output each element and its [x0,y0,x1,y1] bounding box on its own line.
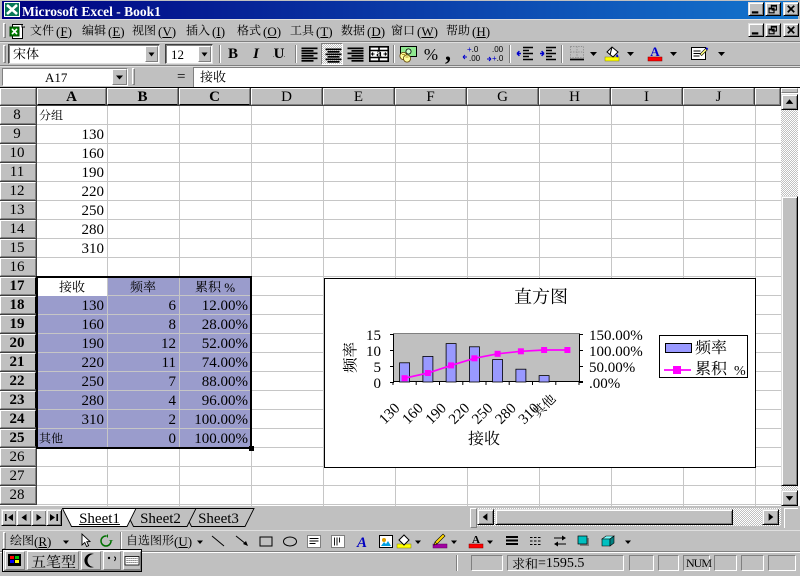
svg-text:10: 10 [366,344,381,360]
svg-text:A: A [472,534,480,546]
svg-text:5: 5 [374,360,382,376]
svg-text:a: a [376,48,382,60]
svg-text:150.00%: 150.00% [589,328,643,344]
svg-text:+.0: +.0 [467,45,479,54]
svg-text:.00: .00 [492,45,504,54]
svg-text:A: A [650,44,660,59]
svg-text:+.0: +.0 [492,54,504,63]
svg-text:100.00%: 100.00% [589,344,643,360]
svg-text:%: % [734,364,746,379]
svg-text:15: 15 [366,328,381,344]
svg-text:A: A [356,535,367,550]
svg-text:0: 0 [374,376,382,392]
svg-text:50.00%: 50.00% [589,360,635,376]
svg-text:.00: .00 [469,54,481,63]
svg-text:.00%: .00% [589,376,620,392]
